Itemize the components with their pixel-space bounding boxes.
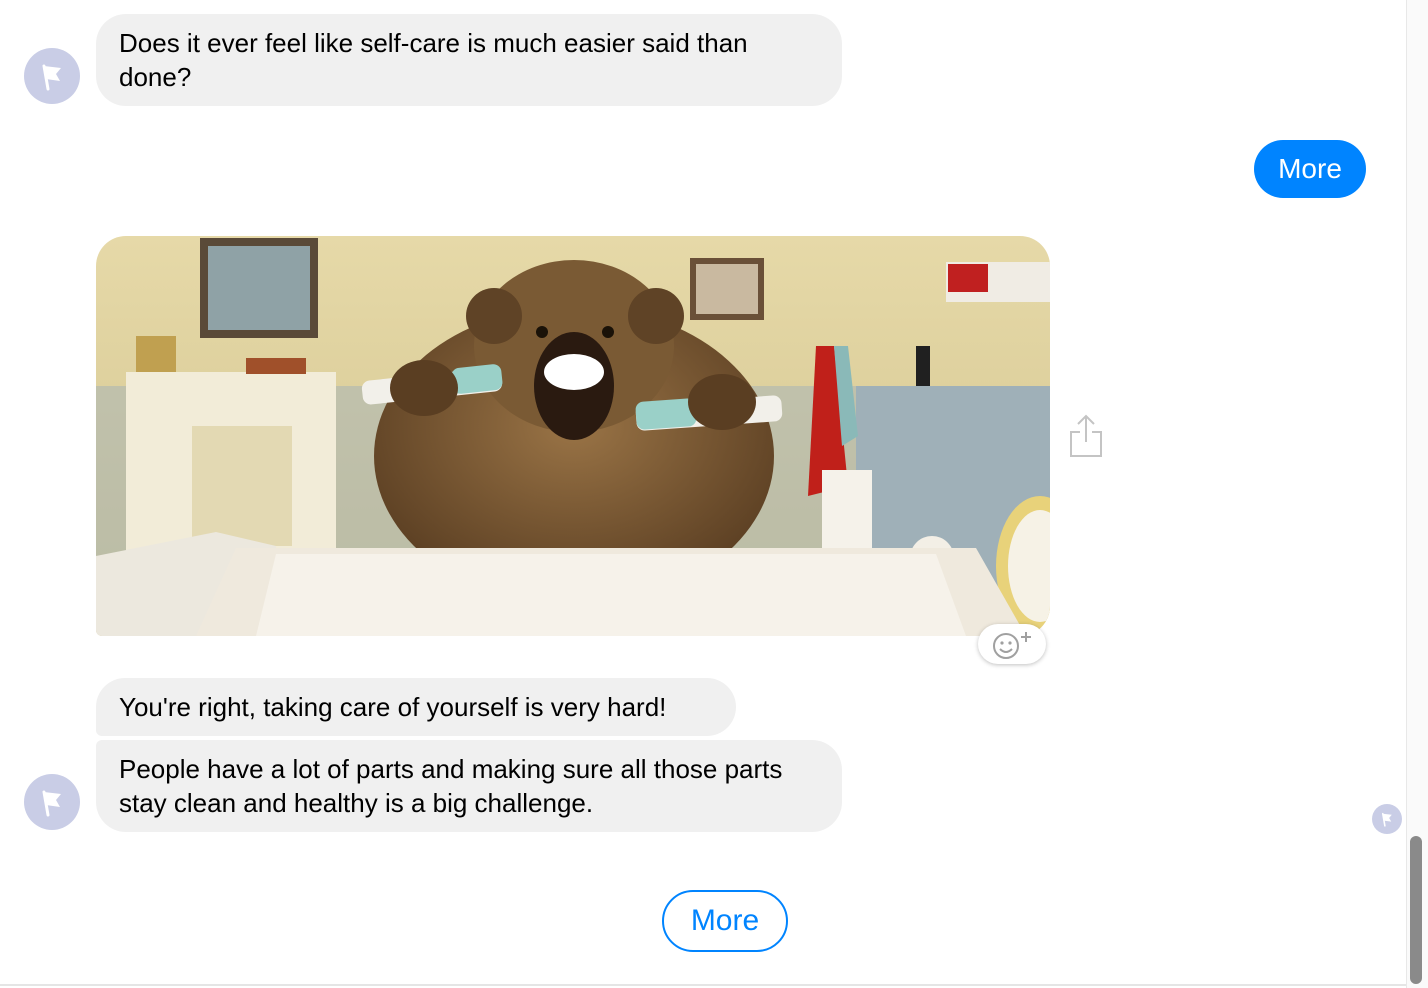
bot-avatar[interactable] — [24, 774, 80, 830]
add-reaction-button[interactable] — [978, 624, 1046, 664]
flag-icon — [42, 64, 61, 91]
message-bubble: You're right, taking care of yourself is… — [96, 678, 736, 736]
message-bubble: People have a lot of parts and making su… — [96, 740, 842, 832]
sent-message-more[interactable]: More — [1254, 140, 1366, 198]
flag-icon — [1381, 812, 1392, 827]
share-button[interactable] — [1068, 412, 1104, 460]
message-bubble: Does it ever feel like self-care is much… — [96, 14, 842, 106]
share-icon — [1070, 414, 1102, 457]
bot-avatar[interactable] — [24, 48, 80, 104]
quick-reply-more[interactable]: More — [662, 890, 788, 952]
composer-divider — [0, 984, 1406, 986]
chat-thread: Does it ever feel like self-care is much… — [0, 0, 1428, 988]
bear-toothbrush-gif[interactable] — [96, 236, 1050, 636]
flag-icon — [42, 790, 61, 817]
read-receipt-avatar — [1372, 804, 1402, 834]
add-reaction-icon — [993, 632, 1031, 659]
scrollbar-thumb[interactable] — [1410, 836, 1422, 984]
